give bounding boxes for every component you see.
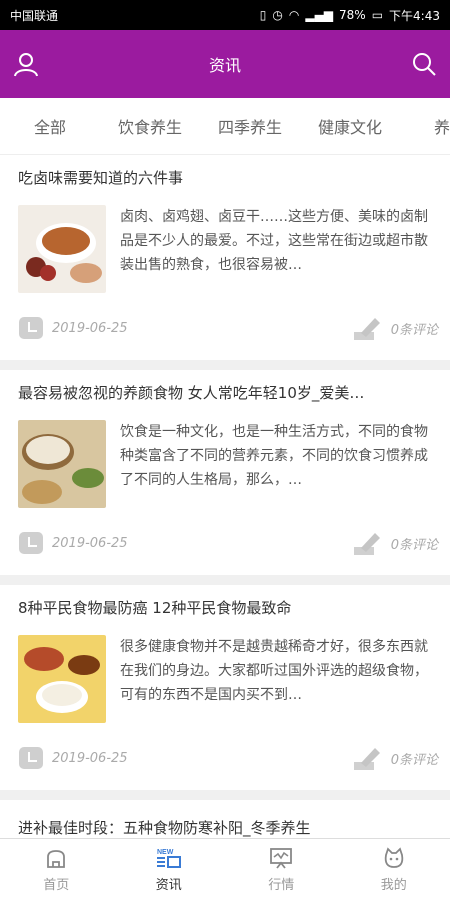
nav-market[interactable]: 行情 [225,839,338,900]
article-title: 吃卤味需要知道的六件事 [18,169,184,187]
edit-comment-icon [353,318,380,340]
clock: 下午4:43 [389,8,440,23]
edit-comment-icon [353,533,380,555]
article-date: 2019-06-25 [52,750,128,766]
market-icon [270,847,293,869]
article-thumbnail [18,635,106,723]
battery-icon: ▭ [371,8,384,22]
nav-label: 资讯 [155,877,182,893]
article-title: 8种平民食物最防癌 12种平民食物最致命 [18,599,292,617]
comment-count: 0条评论 [390,322,438,338]
category-tabs: 全部 饮食养生 四季养生 健康文化 养心 [0,98,450,154]
article-summary: 很多健康食物并不是越贵越稀奇才好，很多东西就在我们的身边。大家都听过国外评选的超… [120,639,428,703]
comment-count: 0条评论 [390,752,438,768]
news-icon: NEW [156,849,181,868]
article-feed: 吃卤味需要知道的六件事 卤肉、卤鸡翅、卤豆干……这些方便、美味的卤制品是不少人的… [0,155,450,838]
svg-text:NEW: NEW [157,849,174,856]
article-summary: 饮食是一种文化，也是一种生活方式，不同的食物种类富含了不同的营养元素，不同的饮食… [120,424,428,488]
bottom-nav: 首页 NEW 资讯 行情 我的 [0,838,450,900]
edit-comment-icon [353,748,380,770]
nav-label: 首页 [43,877,70,893]
article-thumbnail [18,420,106,508]
status-bar: 中国联通 ▯ ◷ ◠ ▂▄▆ 78% ▭ 下午4:43 [0,0,450,30]
article-card[interactable]: 8种平民食物最防癌 12种平民食物最致命 很多健康食物并不是越贵越稀奇才好，很多… [0,585,450,800]
article-card[interactable]: 最容易被忽视的养颜食物 女人常吃年轻10岁_爱美… 饮食是一种文化，也是一种生活… [0,370,450,585]
page-title: 资讯 [208,56,241,75]
signal-icon: ▂▄▆ [305,8,334,22]
nav-profile[interactable]: 我的 [338,839,450,900]
search-button[interactable] [410,50,438,78]
tab-all[interactable]: 全部 [0,114,100,138]
nav-news[interactable]: NEW 资讯 [113,839,226,900]
nav-label: 行情 [268,877,295,893]
status-icons: ▯ ◷ ◠ ▂▄▆ 78% ▭ 下午4:43 [260,7,440,24]
clock-icon [19,532,43,554]
tab-seasonal-health[interactable]: 四季养生 [200,114,300,138]
article-meta: 2019-06-25 0条评论 [18,530,438,556]
nav-label: 我的 [380,877,407,893]
tab-diet-health[interactable]: 饮食养生 [100,114,200,138]
alarm-icon: ◷ [272,8,283,22]
article-meta: 2019-06-25 0条评论 [18,315,438,341]
article-card[interactable]: 吃卤味需要知道的六件事 卤肉、卤鸡翅、卤豆干……这些方便、美味的卤制品是不少人的… [0,155,450,370]
nav-home[interactable]: 首页 [0,839,113,900]
comment-link[interactable]: 0条评论 [353,745,438,771]
battery-percent: 78% [339,8,366,22]
user-icon [14,53,38,77]
card-separator [0,790,450,800]
article-title[interactable]: 进补最佳时段：五种食物防寒补阳_冬季养生 [18,817,438,838]
wifi-icon: ◠ [288,8,300,22]
clock-icon [19,317,43,339]
article-summary: 卤肉、卤鸡翅、卤豆干……这些方便、美味的卤制品是不少人的最爱。不过，这些常在街边… [120,209,428,273]
app-header: 资讯 [0,30,450,98]
comment-link[interactable]: 0条评论 [353,530,438,556]
article-thumbnail [18,205,106,293]
article-date: 2019-06-25 [52,535,128,551]
comment-count: 0条评论 [390,537,438,553]
clock-icon [19,747,43,769]
card-separator [0,360,450,370]
tab-health-culture[interactable]: 健康文化 [300,114,400,138]
comment-link[interactable]: 0条评论 [353,315,438,341]
carrier-label: 中国联通 [10,8,59,23]
vibrate-icon: ▯ [259,8,267,22]
user-button[interactable] [12,50,40,78]
profile-icon [384,846,403,868]
search-icon [413,53,436,76]
article-meta: 2019-06-25 0条评论 [18,745,438,771]
article-title: 最容易被忽视的养颜食物 女人常吃年轻10岁_爱美… [18,384,365,402]
tab-heart-care[interactable]: 养心 [400,114,450,138]
article-date: 2019-06-25 [52,320,128,336]
home-icon [47,849,66,868]
card-separator [0,575,450,585]
